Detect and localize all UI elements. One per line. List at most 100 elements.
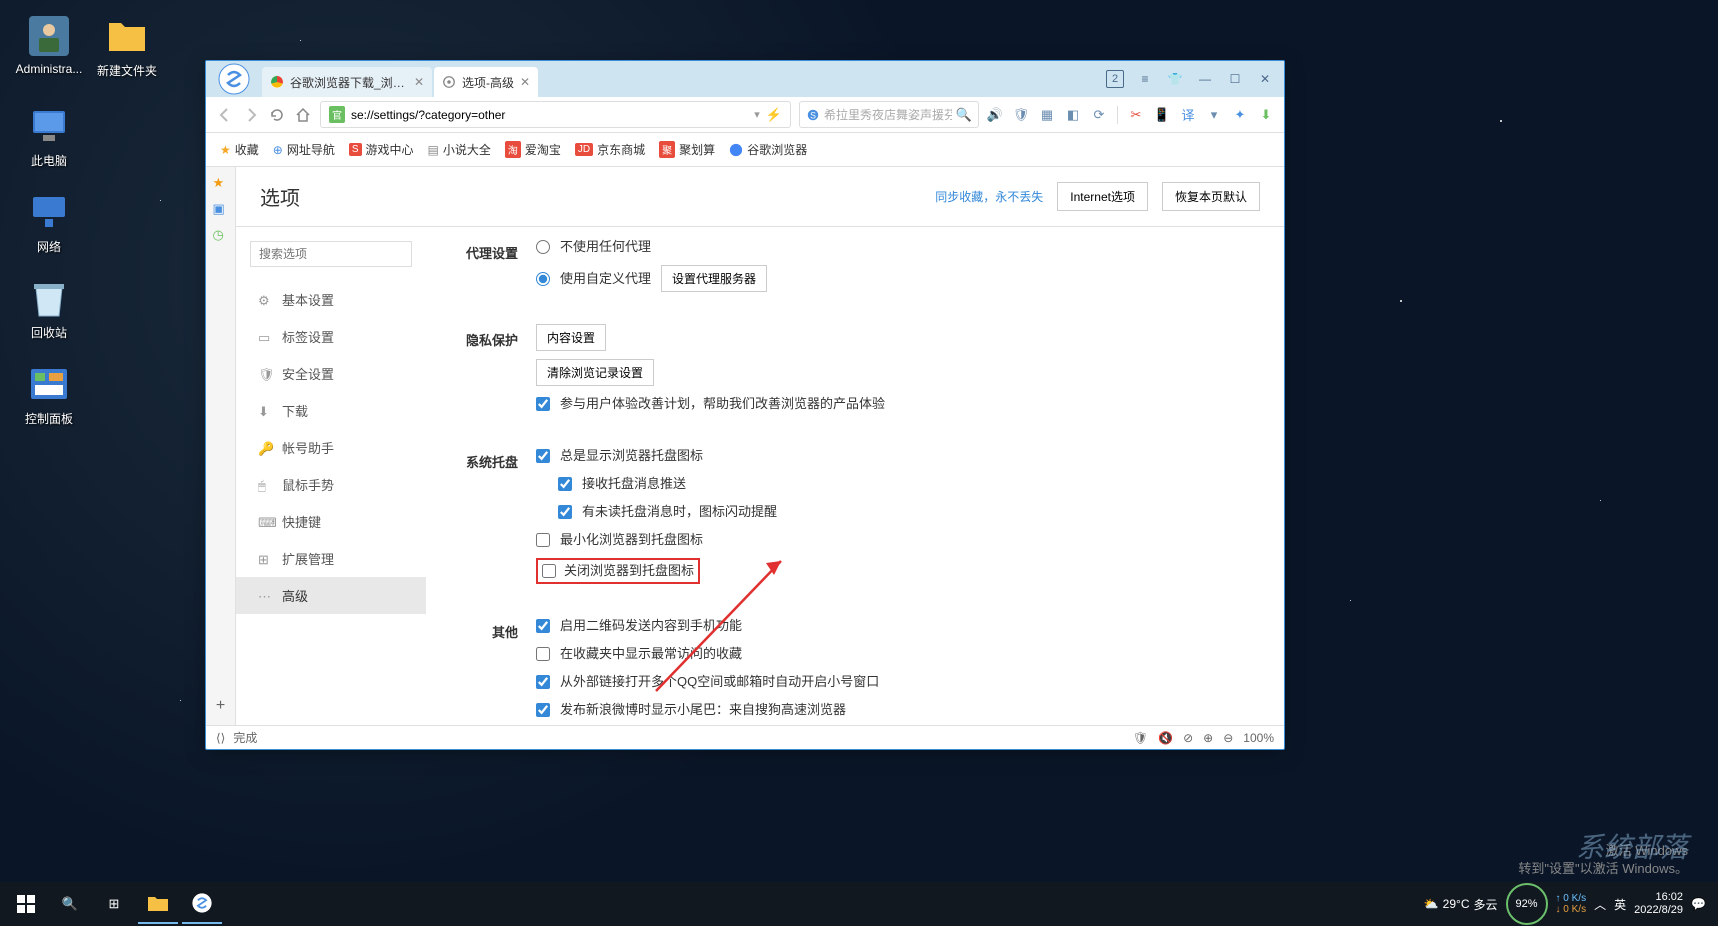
nav-tabs[interactable]: ▭标签设置 xyxy=(236,318,426,355)
tray-receive-msg-checkbox[interactable] xyxy=(558,477,572,491)
close-window-icon[interactable]: ✕ xyxy=(1256,70,1274,88)
bookmark-nav[interactable]: ⊕网址导航 xyxy=(273,141,335,158)
tray-always-show-checkbox[interactable] xyxy=(536,449,550,463)
nav-account[interactable]: 🔑帐号助手 xyxy=(236,429,426,466)
speaker-icon[interactable]: 🔊 xyxy=(987,107,1003,123)
scroll-grip-icon[interactable]: ⟨⟩ xyxy=(216,731,225,745)
monitor-icon[interactable]: ▣ xyxy=(213,201,229,217)
sogou-browser-button[interactable] xyxy=(182,884,222,924)
dropdown-icon[interactable]: ▾ xyxy=(1206,107,1222,123)
bookmark-favorites[interactable]: ★收藏 xyxy=(220,141,259,158)
core-icon[interactable]: ⊕ xyxy=(1203,731,1213,745)
proxy-custom-radio[interactable] xyxy=(536,272,550,286)
bookmark-novels[interactable]: ▤小说大全 xyxy=(428,141,491,158)
menu-icon[interactable]: ≡ xyxy=(1136,70,1154,88)
internet-options-button[interactable]: Internet选项 xyxy=(1057,182,1148,211)
taskbar: 🔍 ⊞ ⛅ 29°C 多云 92% ↑ 0 K/s ↓ 0 K/s ︿ 英 16… xyxy=(0,882,1718,926)
url-input[interactable] xyxy=(351,108,748,122)
close-icon[interactable]: ✕ xyxy=(520,75,530,89)
ux-program-checkbox[interactable] xyxy=(536,397,550,411)
search-box[interactable]: S 希拉里秀夜店舞姿声援芬兰总 🔍 xyxy=(799,101,979,128)
bookmark-taobao[interactable]: 淘爱淘宝 xyxy=(505,141,561,158)
plus-icon[interactable]: + xyxy=(216,697,225,715)
chevron-down-icon[interactable]: ▾ xyxy=(754,108,760,121)
reload-icon[interactable] xyxy=(268,106,286,124)
nav-security[interactable]: 🛡安全设置 xyxy=(236,355,426,392)
minimize-icon[interactable]: — xyxy=(1196,70,1214,88)
shield-status-icon[interactable]: 🛡 xyxy=(1133,731,1148,745)
mobile-icon[interactable]: 📱 xyxy=(1154,107,1170,123)
desktop-icon-control-panel[interactable]: 控制面板 xyxy=(14,362,84,427)
sync-icon[interactable]: ⟳ xyxy=(1091,107,1107,123)
search-icon[interactable]: 🔍 xyxy=(956,107,972,123)
skin-icon[interactable]: 👕 xyxy=(1166,70,1184,88)
battery-indicator[interactable]: 92% xyxy=(1506,883,1548,925)
tray-blink-checkbox[interactable] xyxy=(558,505,572,519)
qrcode-checkbox[interactable] xyxy=(536,619,550,633)
mute-icon[interactable]: 🔇 xyxy=(1158,731,1173,745)
tray-minimize-checkbox[interactable] xyxy=(536,533,550,547)
qq-mini-checkbox[interactable] xyxy=(536,675,550,689)
close-icon[interactable]: ✕ xyxy=(414,75,424,89)
back-icon[interactable] xyxy=(216,106,234,124)
official-badge: 官 xyxy=(329,106,345,123)
download-icon[interactable]: ⬇ xyxy=(1258,107,1274,123)
file-explorer-button[interactable] xyxy=(138,884,178,924)
nav-advanced[interactable]: ⋯高级 xyxy=(236,577,426,614)
nav-shortcut[interactable]: ⌨快捷键 xyxy=(236,503,426,540)
task-view-button[interactable]: ⊞ xyxy=(94,884,134,924)
clock[interactable]: 16:02 2022/8/29 xyxy=(1634,891,1683,917)
nav-download[interactable]: ⬇下载 xyxy=(236,392,426,429)
extension-icon[interactable]: ✦ xyxy=(1232,107,1248,123)
scissors-icon[interactable]: ✂ xyxy=(1128,107,1144,123)
nav-mouse[interactable]: 🖱鼠标手势 xyxy=(236,466,426,503)
weibo-tail-checkbox[interactable] xyxy=(536,703,550,717)
tabs-icon[interactable]: ▦ xyxy=(1039,107,1055,123)
shield-icon[interactable]: 🛡 xyxy=(1013,107,1029,123)
desktop-icon-administrator[interactable]: Administra... xyxy=(14,14,84,76)
clock-icon[interactable]: ◷ xyxy=(213,227,229,243)
site-watermark: 系统部落 xyxy=(1576,826,1688,866)
desktop-icon-this-pc[interactable]: 此电脑 xyxy=(14,104,84,169)
weather-widget[interactable]: ⛅ 29°C 多云 xyxy=(1424,896,1498,913)
search-options-input[interactable] xyxy=(250,241,412,267)
desktop-icon-network[interactable]: 网络 xyxy=(14,190,84,255)
tab-settings-advanced[interactable]: 选项-高级 ✕ xyxy=(434,67,538,97)
tray-chevron-icon[interactable]: ︿ xyxy=(1594,896,1606,913)
ime-indicator[interactable]: 英 xyxy=(1614,896,1626,913)
sync-link[interactable]: 同步收藏，永不丢失 xyxy=(935,188,1043,205)
tray-close-checkbox[interactable] xyxy=(542,564,556,578)
bookmark-games[interactable]: S游戏中心 xyxy=(349,141,414,158)
bookmark-jd[interactable]: JD京东商城 xyxy=(575,141,645,158)
proxy-none-radio[interactable] xyxy=(536,240,550,254)
search-button[interactable]: 🔍 xyxy=(50,884,90,924)
clear-history-button[interactable]: 清除浏览记录设置 xyxy=(536,359,654,386)
forward-icon[interactable] xyxy=(242,106,260,124)
network-monitor[interactable]: ↑ 0 K/s ↓ 0 K/s xyxy=(1556,893,1587,915)
zoom-out-icon[interactable]: ⊖ xyxy=(1223,731,1233,745)
proxy-config-button[interactable]: 设置代理服务器 xyxy=(661,265,767,292)
url-input-box[interactable]: 官 ▾ ⚡ xyxy=(320,101,791,128)
lightning-icon[interactable]: ⚡ xyxy=(766,107,782,123)
start-button[interactable] xyxy=(6,884,46,924)
home-icon[interactable] xyxy=(294,106,312,124)
notification-icon[interactable]: 💬 xyxy=(1691,897,1706,911)
tab-chrome-download[interactable]: 谷歌浏览器下载_浏览器 ✕ xyxy=(262,67,432,97)
dual-window-icon[interactable]: ◧ xyxy=(1065,107,1081,123)
desktop-icon-label: 控制面板 xyxy=(14,410,84,427)
shield-icon: 🛡 xyxy=(258,367,272,381)
ad-block-icon[interactable]: ⊘ xyxy=(1183,731,1193,745)
bookmark-juhuasuan[interactable]: 聚聚划算 xyxy=(659,141,715,158)
translate-icon[interactable]: 译 xyxy=(1180,107,1196,123)
star-icon[interactable]: ★ xyxy=(213,175,229,191)
bookmark-chrome[interactable]: 谷歌浏览器 xyxy=(729,141,807,158)
nav-extensions[interactable]: ⊞扩展管理 xyxy=(236,540,426,577)
nav-basic[interactable]: ⚙基本设置 xyxy=(236,281,426,318)
session-count-badge[interactable]: 2 xyxy=(1106,70,1124,88)
restore-defaults-button[interactable]: 恢复本页默认 xyxy=(1162,182,1260,211)
desktop-icon-recycle-bin[interactable]: 回收站 xyxy=(14,276,84,341)
content-settings-button[interactable]: 内容设置 xyxy=(536,324,606,351)
desktop-icon-new-folder[interactable]: 新建文件夹 xyxy=(92,14,162,79)
maximize-icon[interactable]: ☐ xyxy=(1226,70,1244,88)
freq-fav-checkbox[interactable] xyxy=(536,647,550,661)
